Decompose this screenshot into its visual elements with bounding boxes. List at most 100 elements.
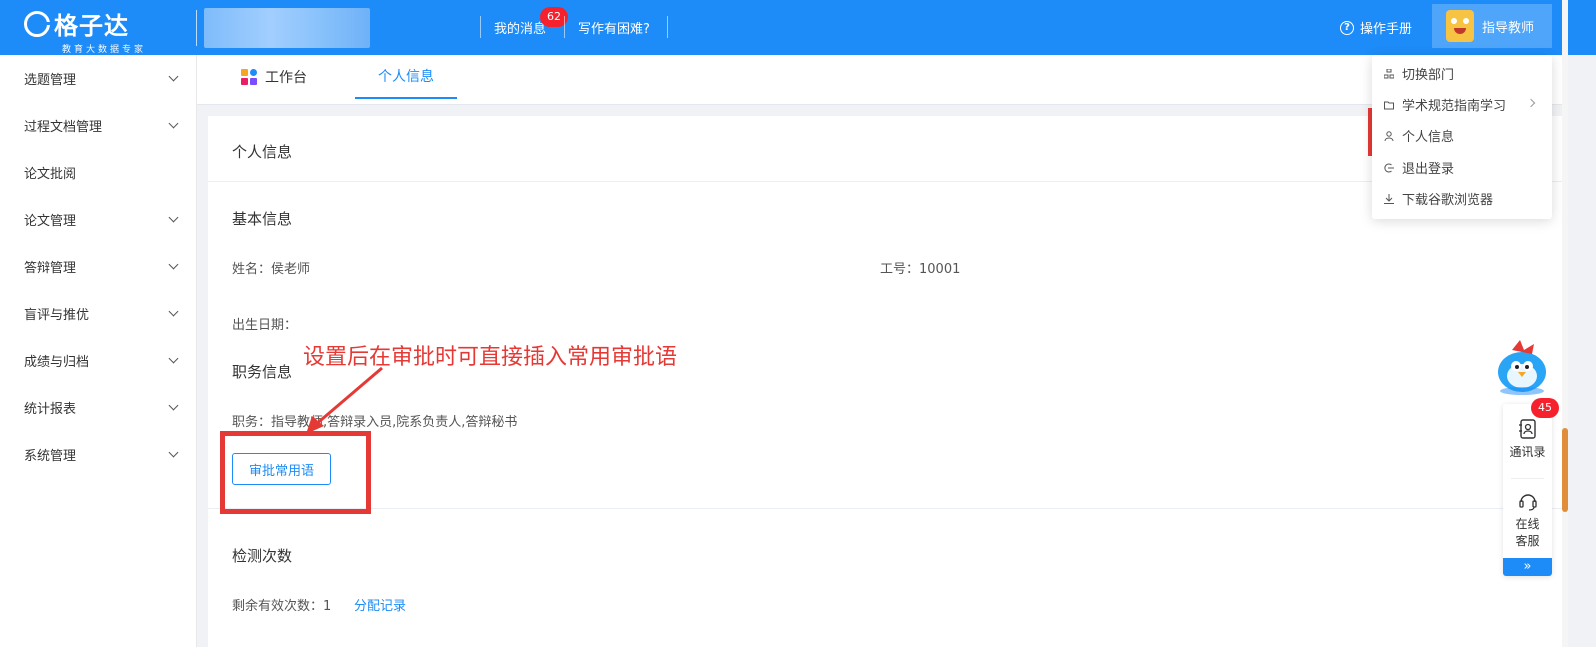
tab-workbench[interactable]: 工作台: [241, 55, 307, 99]
chevron-down-icon: [168, 400, 179, 411]
duty-label: 职务：: [232, 415, 272, 430]
sidebar-item-label: 成绩与归档: [24, 355, 90, 370]
writing-help-link[interactable]: 写作有困难?: [578, 18, 650, 37]
top-header: 格子达 教育大数据专家 我的消息 62 写作有困难? ? 操作手册 指导教师: [0, 0, 1596, 55]
tab-personal-info[interactable]: 个人信息: [355, 55, 457, 99]
service-label-line2: 客服: [1515, 534, 1540, 548]
my-messages-link[interactable]: 我的消息: [494, 18, 546, 37]
chevron-right-icon: [1526, 98, 1536, 108]
header-divider: [196, 10, 197, 46]
chevron-down-icon: [168, 447, 179, 458]
sidebar: 选题管理 过程文档管理 论文批阅 论文管理 答辩管理 盲评与推优 成绩与归档 统…: [0, 55, 197, 647]
redacted-school-name: [204, 8, 370, 48]
dropdown-item-label: 切换部门: [1402, 67, 1455, 83]
check-count-title: 检测次数: [232, 547, 293, 565]
question-icon: ?: [1340, 20, 1354, 35]
dropdown-item-label: 退出登录: [1402, 161, 1455, 177]
logout-icon: [1384, 162, 1394, 173]
brand-text: 格子达: [54, 12, 129, 40]
brand-tagline: 教育大数据专家: [61, 45, 146, 55]
remaining-count-field: 剩余有效次数：1: [232, 595, 331, 614]
sidebar-item-grades[interactable]: 成绩与归档: [0, 337, 197, 384]
chevron-down-icon: [168, 259, 179, 270]
dropdown-item-label: 个人信息: [1402, 129, 1455, 145]
chevron-down-icon: [168, 118, 179, 129]
sidebar-item-blind-review[interactable]: 盲评与推优: [0, 290, 197, 337]
annotation-box-approve: [220, 431, 371, 514]
dropdown-switch-department[interactable]: 切换部门: [1372, 58, 1552, 88]
contacts-label: 通讯录: [1509, 445, 1546, 459]
duty-info-title: 职务信息: [232, 363, 293, 381]
name-label: 姓名：: [232, 262, 272, 277]
birth-date-label: 出生日期：: [232, 318, 298, 333]
name-field: 姓名：侯老师: [232, 258, 310, 277]
sidebar-item-system[interactable]: 系统管理: [0, 431, 197, 478]
panel-divider: [1511, 478, 1544, 479]
sidebar-item-process-docs[interactable]: 过程文档管理: [0, 102, 197, 149]
nav-separator: [564, 16, 565, 38]
dropdown-item-label: 下载谷歌浏览器: [1402, 192, 1494, 208]
tab-workbench-label: 工作台: [265, 70, 307, 86]
staff-id-label: 工号：: [880, 262, 920, 277]
floating-tool-panel: 通讯录 在线 客服: [1503, 404, 1552, 576]
contacts-count-badge: 45: [1531, 398, 1559, 418]
sidebar-item-label: 统计报表: [24, 402, 77, 417]
sidebar-item-label: 系统管理: [24, 449, 77, 464]
user-role-label: 指导教师: [1482, 20, 1535, 36]
chevron-down-icon: [168, 212, 179, 223]
org-icon: [1383, 68, 1395, 79]
remaining-value: 1: [323, 599, 332, 614]
headset-icon: [1518, 494, 1537, 511]
expand-panel-button[interactable]: »: [1503, 558, 1552, 576]
chevron-down-icon: [168, 306, 179, 317]
tabs-bar: 工作台 个人信息: [197, 55, 1562, 105]
nav-separator: [667, 16, 668, 38]
annotation-arrow-icon: [306, 366, 383, 434]
folder-icon: [1384, 99, 1394, 110]
staff-id-value: 10001: [919, 262, 961, 277]
manual-link[interactable]: ? 操作手册: [1340, 18, 1412, 37]
scrollbar-thumb[interactable]: [1562, 428, 1568, 512]
dropdown-personal-info[interactable]: 个人信息: [1372, 120, 1552, 150]
user-dropdown-menu: 切换部门 学术规范指南学习 个人信息 退出登录 下载谷歌浏览器: [1372, 55, 1552, 219]
personal-info-card: 个人信息 基本信息 姓名：侯老师 工号：10001 出生日期： 职务信息 职务：…: [208, 116, 1562, 647]
user-menu-trigger[interactable]: 指导教师: [1432, 4, 1552, 48]
sidebar-item-topic[interactable]: 选题管理: [0, 55, 197, 102]
card-title: 个人信息: [232, 143, 293, 161]
sidebar-item-label: 过程文档管理: [24, 120, 103, 135]
contacts-book-icon: [1518, 419, 1536, 439]
download-icon: [1384, 193, 1394, 204]
user-icon: [1384, 130, 1394, 142]
sidebar-item-reports[interactable]: 统计报表: [0, 384, 197, 431]
manual-label: 操作手册: [1360, 22, 1413, 37]
sidebar-item-thesis[interactable]: 论文管理: [0, 196, 197, 243]
dropdown-academic-guide[interactable]: 学术规范指南学习: [1372, 89, 1552, 119]
staff-id-field: 工号：10001: [880, 258, 960, 277]
service-label-line1: 在线: [1515, 517, 1540, 531]
assign-records-link[interactable]: 分配记录: [354, 595, 406, 614]
dropdown-item-label: 学术规范指南学习: [1402, 98, 1507, 114]
user-avatar: [1446, 10, 1474, 42]
nav-separator: [480, 16, 481, 38]
scrollbar-track[interactable]: [1562, 0, 1568, 647]
sidebar-item-label: 答辩管理: [24, 261, 77, 276]
chevron-down-icon: [168, 353, 179, 364]
dropdown-download-chrome[interactable]: 下载谷歌浏览器: [1372, 183, 1552, 213]
sidebar-item-defense[interactable]: 答辩管理: [0, 243, 197, 290]
sidebar-item-label: 论文管理: [24, 214, 77, 229]
card-header: 个人信息: [208, 116, 1562, 182]
section-divider: [208, 508, 1562, 509]
workbench-icon: [241, 69, 257, 85]
name-value: 侯老师: [271, 262, 311, 277]
mascot-icon[interactable]: [1494, 336, 1554, 396]
remaining-label: 剩余有效次数：: [232, 599, 324, 614]
brand-logo[interactable]: 格子达 教育大数据专家: [24, 6, 184, 55]
sidebar-item-label: 选题管理: [24, 73, 77, 88]
chevron-down-icon: [168, 71, 179, 82]
sidebar-item-label: 论文批阅: [24, 167, 77, 182]
dropdown-logout[interactable]: 退出登录: [1372, 152, 1552, 182]
sidebar-item-review[interactable]: 论文批阅: [0, 149, 197, 196]
sidebar-item-label: 盲评与推优: [24, 308, 90, 323]
contacts-button[interactable]: 通讯录: [1503, 418, 1552, 460]
online-service-button[interactable]: 在线 客服: [1503, 490, 1552, 549]
